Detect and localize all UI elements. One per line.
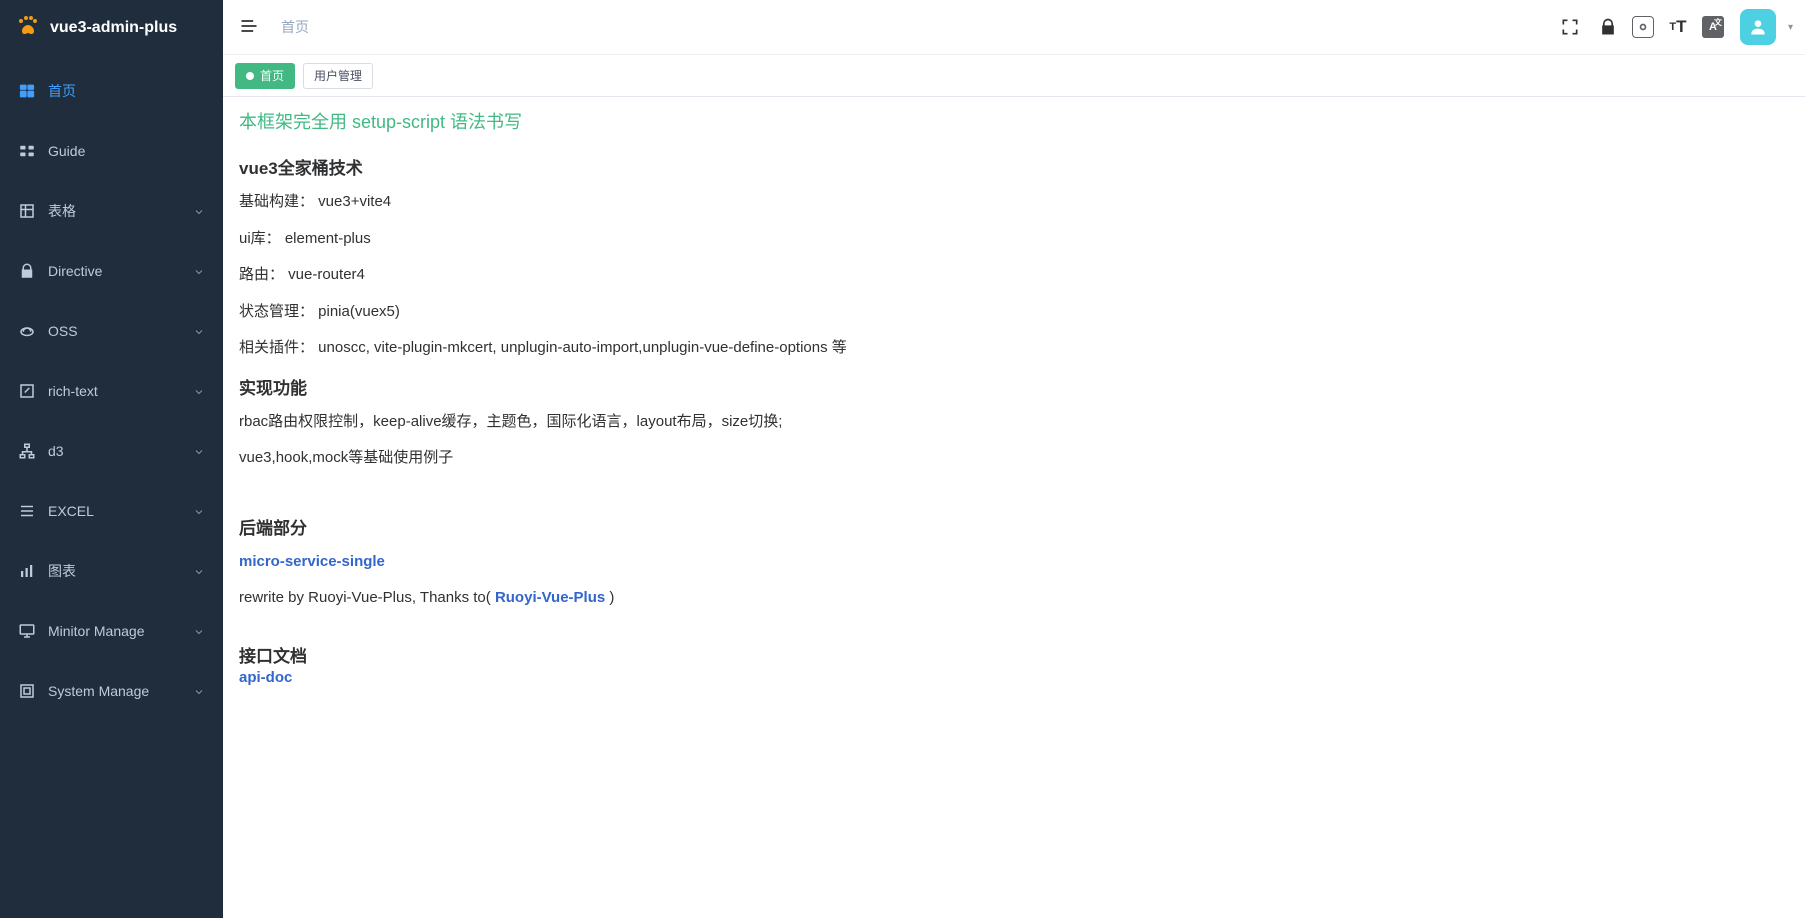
tech-heading: vue3全家桶技术 [239,154,1789,179]
textsize-icon[interactable]: TT [1664,13,1692,41]
sidebar-item-label: rich-text [48,383,193,399]
sidebar-item-edit[interactable]: rich-text [0,361,223,421]
navbar: 首页 TT A文 ▾ [223,0,1805,55]
sidebar-item-home[interactable]: 首页 [0,61,223,121]
link-ruoyi[interactable]: Ruoyi-Vue-Plus [495,589,605,606]
avatar-caret-icon[interactable]: ▾ [1788,22,1793,33]
sidebar-item-label: 表格 [48,201,193,221]
sidebar-item-table[interactable]: 表格 [0,181,223,241]
list-icon [18,502,36,520]
feature-heading: 实现功能 [239,374,1789,399]
api-heading: 接口文档 [239,642,1789,667]
chevron-down-icon [193,385,205,397]
sidebar-item-tree[interactable]: d3 [0,421,223,481]
edit-icon [18,382,36,400]
chevron-down-icon [193,505,205,517]
rewrite-suffix: ) [605,589,614,606]
green-heading: 本框架完全用 setup-script 语法书写 [239,109,1789,136]
line-feat2: vue3,hook,mock等基础使用例子 [239,447,1789,470]
chevron-down-icon [193,565,205,577]
backend-heading: 后端部分 [239,514,1789,539]
sidebar-item-label: OSS [48,323,193,339]
sidebar-menu: 首页 Guide 表格 Directive OSS rich-text d3 EXCEL 图表 M… [0,55,223,918]
sidebar-item-label: System Manage [48,683,193,699]
chevron-down-icon [193,685,205,697]
fullscreen-icon[interactable] [1556,13,1584,41]
language-icon[interactable]: A文 [1702,16,1724,38]
hamburger-icon[interactable] [235,12,263,43]
lock-icon [18,262,36,280]
cloud-icon [18,322,36,340]
tags-view: 首页用户管理 [223,55,1805,97]
sidebar-item-lock[interactable]: Directive [0,241,223,301]
chevron-down-icon [193,625,205,637]
sidebar-item-monitor[interactable]: Minitor Manage [0,601,223,661]
line-plugin: 相关插件： unoscc, vite-plugin-mkcert, unplug… [239,337,1789,360]
tag-item[interactable]: 首页 [235,63,295,89]
avatar[interactable] [1740,9,1776,45]
line-feat1: rbac路由权限控制，keep-alive缓存，主题色，国际化语言，layout… [239,411,1789,434]
home-icon [18,82,36,100]
sidebar-item-label: Directive [48,263,193,279]
chevron-down-icon [193,265,205,277]
chevron-down-icon [193,325,205,337]
page-content: 本框架完全用 setup-script 语法书写 vue3全家桶技术 基础构建：… [223,97,1805,918]
sidebar: vue3-admin-plus 首页 Guide 表格 Directive OSS ric… [0,0,223,918]
monitor-icon [18,622,36,640]
breadcrumb: 首页 [281,17,309,37]
sidebar-item-label: 图表 [48,561,193,581]
guide-icon [18,142,36,160]
chart-icon [18,562,36,580]
sidebar-item-label: 首页 [48,81,205,101]
sidebar-item-chart[interactable]: 图表 [0,541,223,601]
tag-item[interactable]: 用户管理 [303,63,373,89]
link-api[interactable]: api-doc [239,669,292,686]
sidebar-item-cloud[interactable]: OSS [0,301,223,361]
line-state: 状态管理： pinia(vuex5) [239,301,1789,324]
sidebar-item-list[interactable]: EXCEL [0,481,223,541]
lock-icon[interactable] [1594,13,1622,41]
sidebar-item-label: Guide [48,143,205,159]
line-router: 路由： vue-router4 [239,264,1789,287]
sidebar-item-label: d3 [48,443,193,459]
rewrite-line: rewrite by Ruoyi-Vue-Plus, Thanks to( Ru… [239,587,1789,610]
table-icon [18,202,36,220]
system-icon [18,682,36,700]
sidebar-logo[interactable]: vue3-admin-plus [0,0,223,55]
chevron-down-icon [193,445,205,457]
app-title: vue3-admin-plus [50,19,177,37]
sidebar-item-label: Minitor Manage [48,623,193,639]
sidebar-item-guide[interactable]: Guide [0,121,223,181]
paw-icon [16,14,50,41]
line-build: 基础构建： vue3+vite4 [239,191,1789,214]
rewrite-prefix: rewrite by Ruoyi-Vue-Plus, Thanks to( [239,589,495,606]
screenshot-icon[interactable] [1632,16,1654,38]
navbar-right: TT A文 ▾ [1556,9,1793,45]
sidebar-item-label: EXCEL [48,503,193,519]
line-ui: ui库： element-plus [239,228,1789,251]
link-micro[interactable]: micro-service-single [239,553,385,570]
chevron-down-icon [193,205,205,217]
sidebar-item-system[interactable]: System Manage [0,661,223,721]
tree-icon [18,442,36,460]
main: 首页 TT A文 ▾ 首页用户管理 本框架完全用 setup-script 语法… [223,0,1805,918]
